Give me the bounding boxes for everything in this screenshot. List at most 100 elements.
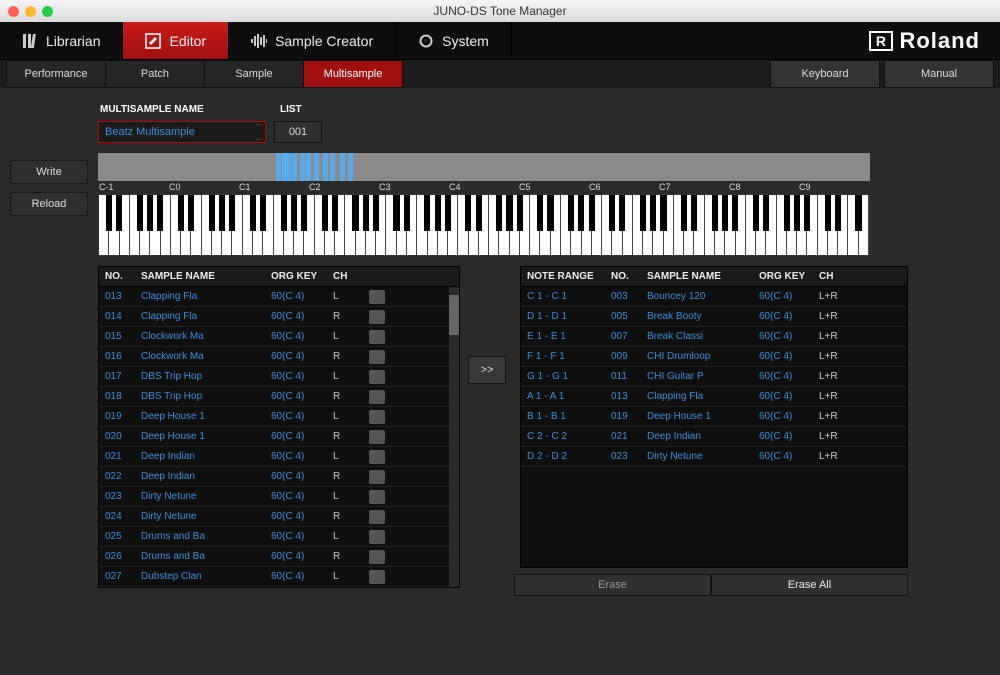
scroll-thumb[interactable] — [449, 295, 459, 335]
menubar-label: System — [442, 33, 489, 49]
table-row[interactable]: 017DBS Trip Hop60(C 4)L — [99, 367, 459, 387]
speaker-icon[interactable] — [369, 390, 385, 404]
speaker-icon[interactable] — [369, 410, 385, 424]
col-header-org: ORG KEY — [265, 271, 327, 282]
brand-logo: R Roland — [869, 22, 1000, 59]
gear-icon — [418, 33, 434, 49]
menubar-sample-creator[interactable]: Sample Creator — [229, 22, 396, 59]
table-row[interactable]: 023Dirty Netune60(C 4)L — [99, 487, 459, 507]
speaker-icon[interactable] — [369, 310, 385, 324]
librarian-icon — [22, 33, 38, 49]
subtab-sample[interactable]: Sample — [204, 60, 304, 88]
table-row[interactable]: 016Clockwork Ma60(C 4)R — [99, 347, 459, 367]
subtab-performance[interactable]: Performance — [6, 60, 106, 88]
speaker-icon[interactable] — [369, 550, 385, 564]
col-header-no: NO. — [99, 271, 135, 282]
manual-button[interactable]: Manual — [884, 60, 994, 88]
window-title: JUNO-DS Tone Manager — [0, 4, 1000, 18]
table-row[interactable]: E 1 - E 1007Break Classi60(C 4)L+R — [521, 327, 907, 347]
col-header-no: NO. — [605, 271, 641, 282]
octave-label: C6 — [588, 182, 658, 192]
col-header-ch: CH — [327, 271, 363, 282]
assign-button[interactable]: >> — [468, 356, 506, 384]
speaker-icon[interactable] — [369, 350, 385, 364]
table-row[interactable]: 027Dubstep Clan60(C 4)L — [99, 567, 459, 587]
speaker-icon[interactable] — [369, 430, 385, 444]
table-row[interactable]: 021Deep Indian60(C 4)L — [99, 447, 459, 467]
minimize-window-icon[interactable] — [25, 6, 36, 17]
table-row[interactable]: F 1 - F 1009CHI Drumloop60(C 4)L+R — [521, 347, 907, 367]
roland-r-icon: R — [869, 31, 893, 51]
table-row[interactable]: D 1 - D 1005Break Booty60(C 4)L+R — [521, 307, 907, 327]
octave-label: C3 — [378, 182, 448, 192]
col-header-org: ORG KEY — [753, 271, 813, 282]
table-row[interactable]: 019Deep House 160(C 4)L — [99, 407, 459, 427]
octave-label: C1 — [238, 182, 308, 192]
col-header-ch: CH — [813, 271, 857, 282]
octave-label: C5 — [518, 182, 588, 192]
table-row[interactable]: 014Clapping Fla60(C 4)R — [99, 307, 459, 327]
col-header-name: SAMPLE NAME — [641, 271, 753, 282]
table-row[interactable]: 025Drums and Ba60(C 4)L — [99, 527, 459, 547]
subtab-patch[interactable]: Patch — [105, 60, 205, 88]
octave-label: C7 — [658, 182, 728, 192]
table-row[interactable]: G 1 - G 1011CHI Guitar P60(C 4)L+R — [521, 367, 907, 387]
table-row[interactable]: 022Deep Indian60(C 4)R — [99, 467, 459, 487]
speaker-icon[interactable] — [369, 330, 385, 344]
list-number[interactable]: 001 — [274, 121, 322, 143]
octave-label: C4 — [448, 182, 518, 192]
multisample-name-label: MULTISAMPLE NAME — [100, 104, 260, 115]
main-menubar: Librarian Editor Sample Creator System R… — [0, 22, 1000, 60]
subtab-multisample[interactable]: Multisample — [303, 60, 403, 88]
speaker-icon[interactable] — [369, 490, 385, 504]
table-row[interactable]: A 1 - A 1013Clapping Fla60(C 4)L+R — [521, 387, 907, 407]
menubar-librarian[interactable]: Librarian — [0, 22, 123, 59]
table-row[interactable]: 018DBS Trip Hop60(C 4)R — [99, 387, 459, 407]
speaker-icon[interactable] — [369, 370, 385, 384]
menubar-system[interactable]: System — [396, 22, 512, 59]
table-row[interactable]: 020Deep House 160(C 4)R — [99, 427, 459, 447]
erase-button[interactable]: Erase — [514, 574, 711, 596]
multisample-name-input[interactable] — [98, 121, 266, 143]
erase-all-button[interactable]: Erase All — [711, 574, 908, 596]
sub-tabbar: PerformancePatchSampleMultisample Keyboa… — [0, 60, 1000, 88]
octave-label: C0 — [168, 182, 238, 192]
table-row[interactable]: D 2 - D 2023Dirty Netune60(C 4)L+R — [521, 447, 907, 467]
editor-icon — [145, 33, 161, 49]
octave-label: C2 — [308, 182, 378, 192]
brand-text: Roland — [899, 28, 980, 54]
window-titlebar: JUNO-DS Tone Manager — [0, 0, 1000, 22]
table-row[interactable]: 026Drums and Ba60(C 4)R — [99, 547, 459, 567]
table-row[interactable]: 024Dirty Netune60(C 4)R — [99, 507, 459, 527]
write-button[interactable]: Write — [10, 160, 88, 184]
assigned-table: NOTE RANGE NO. SAMPLE NAME ORG KEY CH C … — [520, 266, 908, 568]
menubar-label: Editor — [169, 33, 206, 49]
speaker-icon[interactable] — [369, 510, 385, 524]
menubar-label: Librarian — [46, 33, 100, 49]
reload-button[interactable]: Reload — [10, 192, 88, 216]
table-row[interactable]: B 1 - B 1019Deep House 160(C 4)L+R — [521, 407, 907, 427]
sample-creator-icon — [251, 33, 267, 49]
table-row[interactable]: 013Clapping Fla60(C 4)L — [99, 287, 459, 307]
sample-table: NO. SAMPLE NAME ORG KEY CH 013Clapping F… — [98, 266, 460, 588]
col-header-range: NOTE RANGE — [521, 271, 605, 282]
table-row[interactable]: C 1 - C 1003Bouncey 12060(C 4)L+R — [521, 287, 907, 307]
piano-keyboard[interactable] — [98, 194, 870, 256]
octave-label: C9 — [798, 182, 868, 192]
maximize-window-icon[interactable] — [42, 6, 53, 17]
menubar-editor[interactable]: Editor — [123, 22, 229, 59]
keyboard-button[interactable]: Keyboard — [770, 60, 880, 88]
speaker-icon[interactable] — [369, 530, 385, 544]
menubar-label: Sample Creator — [275, 33, 373, 49]
octave-label: C-1 — [98, 182, 168, 192]
keymap-strip[interactable] — [98, 153, 870, 181]
octave-labels: C-1C0C1C2C3C4C5C6C7C8C9 — [98, 182, 870, 192]
speaker-icon[interactable] — [369, 470, 385, 484]
speaker-icon[interactable] — [369, 570, 385, 584]
table-row[interactable]: C 2 - C 2021Deep Indian60(C 4)L+R — [521, 427, 907, 447]
col-header-name: SAMPLE NAME — [135, 271, 265, 282]
speaker-icon[interactable] — [369, 450, 385, 464]
table-row[interactable]: 015Clockwork Ma60(C 4)L — [99, 327, 459, 347]
speaker-icon[interactable] — [369, 290, 385, 304]
close-window-icon[interactable] — [8, 6, 19, 17]
